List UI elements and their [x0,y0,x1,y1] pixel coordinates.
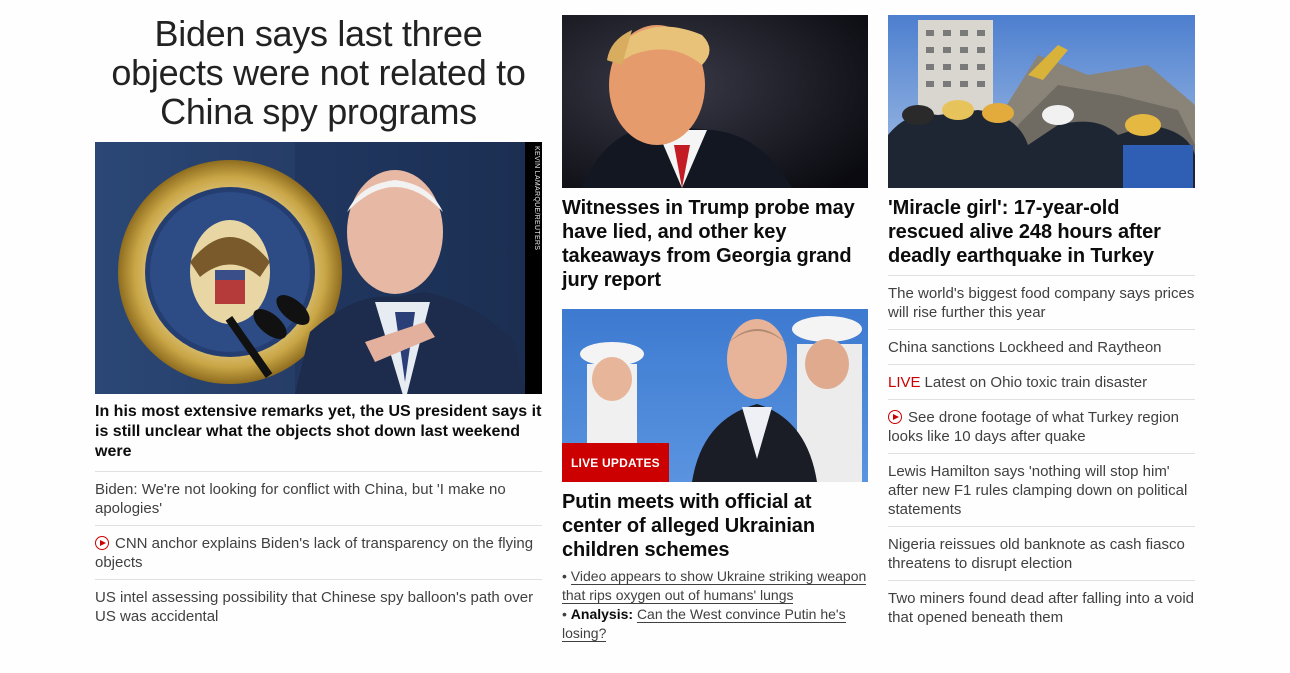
trump-headline-link[interactable]: Witnesses in Trump probe may have lied, … [562,196,868,292]
lead-subheadline-link[interactable]: In his most extensive remarks yet, the U… [95,402,542,472]
bullet-text: Video appears to show Ukraine striking w… [562,568,867,604]
story-text: US intel assessing possibility that Chin… [95,589,534,625]
biden-hero-image[interactable]: KEVIN LAMARQUE/REUTERS [95,142,542,394]
story-text: CNN anchor explains Biden's lack of tran… [95,535,534,571]
putin-analysis-link[interactable]: • Analysis: Can the West convince Putin … [562,605,868,643]
story-text: Two miners found dead after falling into… [888,590,1195,626]
right-story-video[interactable]: See drone footage of what Turkey region … [888,400,1195,454]
lead-related-story-video[interactable]: CNN anchor explains Biden's lack of tran… [95,526,542,580]
right-story[interactable]: Nigeria reissues old banknote as cash fi… [888,527,1195,581]
play-video-icon [95,536,109,550]
right-column: 'Miracle girl': 17-year-old rescued aliv… [888,0,1195,634]
lead-related-story[interactable]: Biden: We're not looking for conflict wi… [95,472,542,526]
lead-headline-link[interactable]: Biden says last three objects were not r… [95,14,542,142]
story-text: The world's biggest food company says pr… [888,285,1195,321]
right-story[interactable]: China sanctions Lockheed and Raytheon [888,330,1195,365]
bullet-marker: • [562,606,571,622]
analysis-label: Analysis: [570,606,634,622]
lead-related-story[interactable]: US intel assessing possibility that Chin… [95,580,542,633]
trump-image[interactable] [562,15,868,188]
story-text: Lewis Hamilton says 'nothing will stop h… [888,463,1188,518]
right-story[interactable]: The world's biggest food company says pr… [888,276,1195,330]
right-story-live[interactable]: LIVE Latest on Ohio toxic train disaster [888,365,1195,400]
turkey-earthquake-image[interactable] [888,15,1195,188]
putin-bullet-link[interactable]: • Video appears to show Ukraine striking… [562,567,868,605]
putin-image[interactable]: LIVE UPDATES [562,309,868,482]
putin-headline-link[interactable]: Putin meets with official at center of a… [562,490,868,562]
play-video-icon [888,410,902,424]
turkey-headline-link[interactable]: 'Miracle girl': 17-year-old rescued aliv… [888,196,1195,276]
right-story[interactable]: Lewis Hamilton says 'nothing will stop h… [888,454,1195,527]
story-text: Latest on Ohio toxic train disaster [924,374,1148,391]
middle-column: Witnesses in Trump probe may have lied, … [562,0,868,643]
lead-story-column: Biden says last three objects were not r… [95,0,542,633]
story-text: Nigeria reissues old banknote as cash fi… [888,536,1185,572]
live-updates-badge: LIVE UPDATES [562,443,669,482]
image-credit: KEVIN LAMARQUE/REUTERS [533,146,540,251]
right-story[interactable]: Two miners found dead after falling into… [888,581,1195,634]
story-text: China sanctions Lockheed and Raytheon [888,339,1162,356]
bullet-marker: • [562,568,571,584]
story-text: Biden: We're not looking for conflict wi… [95,481,506,517]
story-text: See drone footage of what Turkey region … [888,409,1180,445]
live-label: LIVE [888,374,921,391]
